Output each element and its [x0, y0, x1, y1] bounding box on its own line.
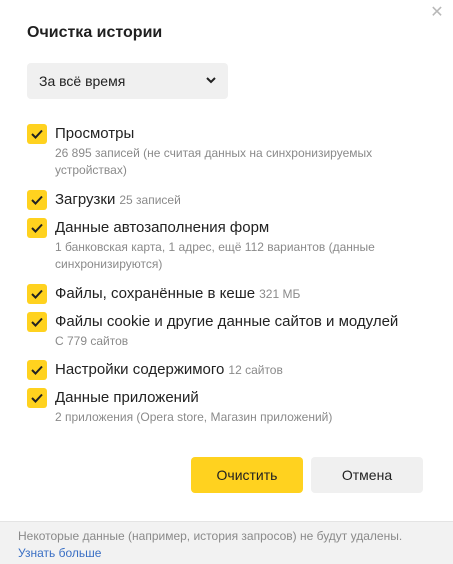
- cache-label-text: Файлы, сохранённые в кеше: [55, 285, 256, 302]
- cache-label: Файлы, сохранённые в кеше 321 МБ: [55, 284, 300, 304]
- footer-note-text: Некоторые данные (например, история запр…: [18, 529, 403, 543]
- footer-note: Некоторые данные (например, история запр…: [0, 521, 453, 564]
- dialog-title: Очистка истории: [27, 24, 163, 41]
- check-icon: [31, 289, 43, 299]
- app-data-label: Данные приложений: [55, 389, 199, 406]
- downloads-label-text: Загрузки: [55, 191, 116, 208]
- period-select[interactable]: За всё время: [27, 63, 228, 99]
- downloads-count: 25 записей: [119, 193, 181, 207]
- downloads-checkbox[interactable]: [27, 190, 47, 210]
- autofill-checkbox[interactable]: [27, 218, 47, 238]
- check-icon: [31, 223, 43, 233]
- history-checkbox[interactable]: [27, 124, 47, 144]
- check-icon: [31, 129, 43, 139]
- clear-history-dialog: ✕ Очистка истории За всё время Просмотры…: [0, 0, 453, 564]
- history-desc: 26 895 записей (не считая данных на синх…: [55, 146, 373, 177]
- downloads-label: Загрузки 25 записей: [55, 190, 181, 210]
- content-settings-label: Настройки содержимого 12 сайтов: [55, 360, 283, 380]
- cookies-label: Файлы cookie и другие данные сайтов и мо…: [55, 313, 399, 330]
- cookies-desc: С 779 сайтов: [55, 334, 129, 348]
- cache-size: 321 МБ: [259, 287, 301, 301]
- clear-button[interactable]: Очистить: [191, 457, 303, 493]
- app-data-desc: 2 приложения (Opera store, Магазин прило…: [55, 410, 333, 424]
- check-icon: [31, 393, 43, 403]
- autofill-label: Данные автозаполнения форм: [55, 219, 270, 236]
- check-icon: [31, 195, 43, 205]
- cache-checkbox[interactable]: [27, 284, 47, 304]
- history-label: Просмотры: [55, 125, 135, 142]
- app-data-checkbox[interactable]: [27, 388, 47, 408]
- check-icon: [31, 317, 43, 327]
- learn-more-link[interactable]: Узнать больше: [18, 545, 435, 562]
- chevron-down-icon: [206, 76, 216, 87]
- check-icon: [31, 365, 43, 375]
- content-settings-checkbox[interactable]: [27, 360, 47, 380]
- close-icon[interactable]: ✕: [429, 5, 445, 21]
- content-settings-label-text: Настройки содержимого: [55, 361, 225, 378]
- autofill-desc: 1 банковская карта, 1 адрес, ещё 112 вар…: [55, 240, 375, 271]
- cancel-button[interactable]: Отмена: [311, 457, 423, 493]
- content-settings-count: 12 сайтов: [228, 363, 283, 377]
- period-select-value: За всё время: [39, 73, 126, 89]
- cookies-checkbox[interactable]: [27, 312, 47, 332]
